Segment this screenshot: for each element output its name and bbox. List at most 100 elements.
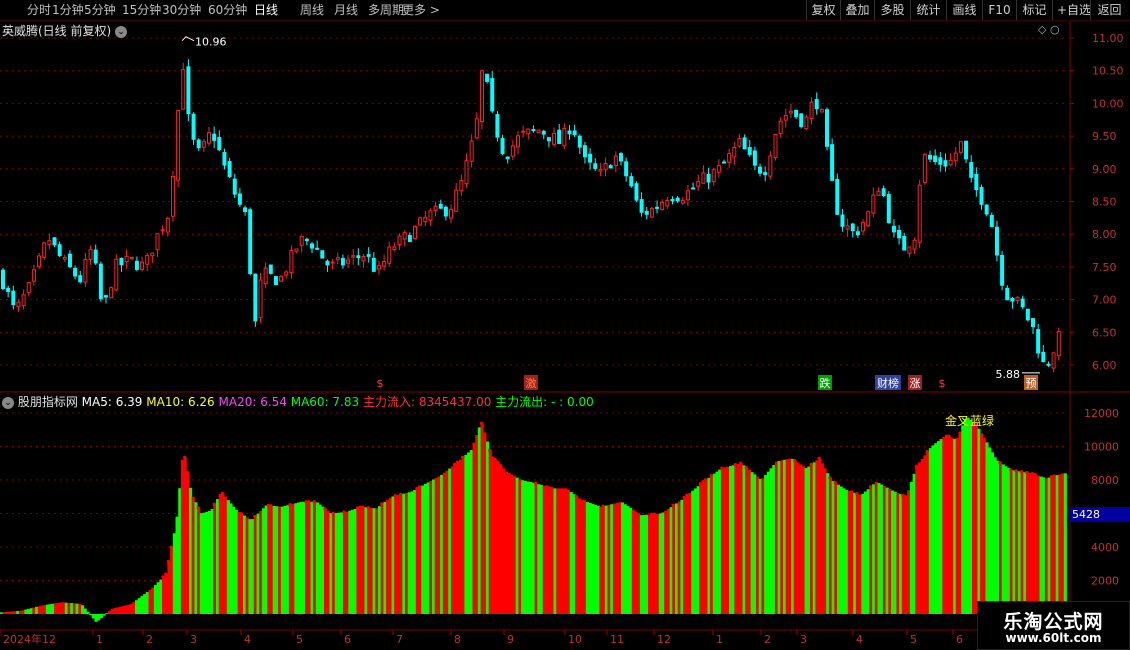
toolbar-button-7[interactable]: +自选 [1052,0,1091,20]
period-tab-1[interactable]: 1分钟 [52,0,84,20]
flow-bar [615,502,619,614]
flow-bar [591,503,595,614]
flow-bar [129,604,133,614]
period-tab-8[interactable]: 月线 [334,0,358,20]
flow-bar [396,495,400,614]
flow-bar [54,603,58,614]
flow-bar [702,481,706,614]
period-tab-0[interactable]: 分时 [27,0,51,20]
flow-bar [499,465,503,614]
flow-bar [936,441,940,614]
flow-bar [664,510,668,614]
flow-bar [472,442,476,614]
toolbar-button-5[interactable]: F10 [982,0,1016,20]
flow-bar [726,466,730,614]
flow-bar [599,506,603,614]
toolbar-button-3[interactable]: 统计 [910,0,946,20]
flow-bar [348,510,352,614]
flow-bar [1055,475,1059,614]
candle-body [835,178,840,215]
flow-bar [1007,468,1011,614]
flow-bar [850,491,854,614]
toolbar-button-1[interactable]: 叠加 [840,0,874,20]
stock-name-label: 英威腾(日线 前复权) [2,24,112,38]
flow-bar [340,512,344,614]
flow-bar [434,477,438,614]
flow-dot [947,434,951,438]
period-tab-10[interactable]: 更多 > [402,0,440,20]
flow-bar [267,505,271,614]
flow-bar [89,614,93,616]
title-dropdown-icon[interactable]: ⌄ [115,25,128,38]
period-tab-9[interactable]: 多周期 [368,0,404,20]
toolbar-button-4[interactable]: 画线 [946,0,982,20]
period-tab-3[interactable]: 15分钟 [122,0,161,20]
sub-ytick-label-0: 12000 [1084,407,1119,420]
period-tab-7[interactable]: 周线 [300,0,324,20]
flow-bar [931,445,935,614]
flow-bar [950,437,954,614]
flow-dot [361,505,365,509]
period-tab-2[interactable]: 5分钟 [84,0,116,20]
flow-bar [1063,473,1067,614]
toolbar-button-0[interactable]: 复权 [806,0,840,20]
flow-bar [947,436,951,614]
flow-bar [585,502,589,614]
period-tab-6[interactable]: 日线 [254,0,278,20]
flow-bar [364,507,368,614]
flow-bar [791,458,795,614]
flow-dot [914,464,918,468]
xaxis-label-8: 8 [454,633,461,646]
flow-dot [323,507,327,511]
candle-body [814,99,819,110]
candle-body [304,238,309,242]
period-tab-5[interactable]: 60分钟 [208,0,247,20]
candle-body [129,256,134,259]
candle-body [1020,298,1025,308]
sub-ytick-label-1: 10000 [1084,441,1119,454]
flow-dot [744,466,748,470]
flow-bar [891,490,895,614]
candle-body [603,163,608,171]
flow-bar [685,495,689,614]
flow-bar [918,462,922,614]
flow-bar [799,464,803,614]
flow-bar [180,459,184,614]
flow-bar [855,493,859,614]
flow-bar [529,482,533,614]
candle-body [727,152,732,163]
flow-bar [1017,471,1021,614]
flow-bar [901,495,905,614]
flow-bar [1042,477,1046,614]
main-chart-title: 英威腾(日线 前复权) ⌄ [2,22,128,39]
flow-bar [513,476,517,614]
flow-bar [999,462,1003,614]
candle-body [943,160,948,167]
flow-dot [1009,468,1013,472]
flow-bar [8,611,12,614]
candle-body [248,209,253,275]
flow-bar [99,614,103,618]
flow-bar [375,508,379,614]
xaxis-label-12: 12 [657,633,671,646]
xaxis-label-9: 9 [507,633,514,646]
flow-dot [809,462,813,467]
expand-icon[interactable]: ○ [1050,23,1060,36]
indicator-dropdown-icon[interactable]: ⌄ [2,396,14,409]
toolbar-button-8[interactable]: 返回 [1090,0,1128,20]
candle-body [279,275,284,282]
flow-bar [764,474,768,614]
flow-bar [116,607,120,614]
xaxis-label-3: 3 [190,633,197,646]
toolbar-button-2[interactable]: 多股 [874,0,910,20]
flow-bar [907,490,911,614]
candle-body [428,210,433,221]
flow-bar [672,505,676,614]
flow-bar [429,480,433,614]
flow-bar [1061,473,1065,614]
indicator-value-0: MA5: 6.39 [81,395,147,409]
flow-bar [418,486,422,614]
period-tab-4[interactable]: 30分钟 [162,0,201,20]
toolbar-button-6[interactable]: 标记 [1016,0,1052,20]
diamond-icon[interactable]: ◇ [1038,23,1046,36]
